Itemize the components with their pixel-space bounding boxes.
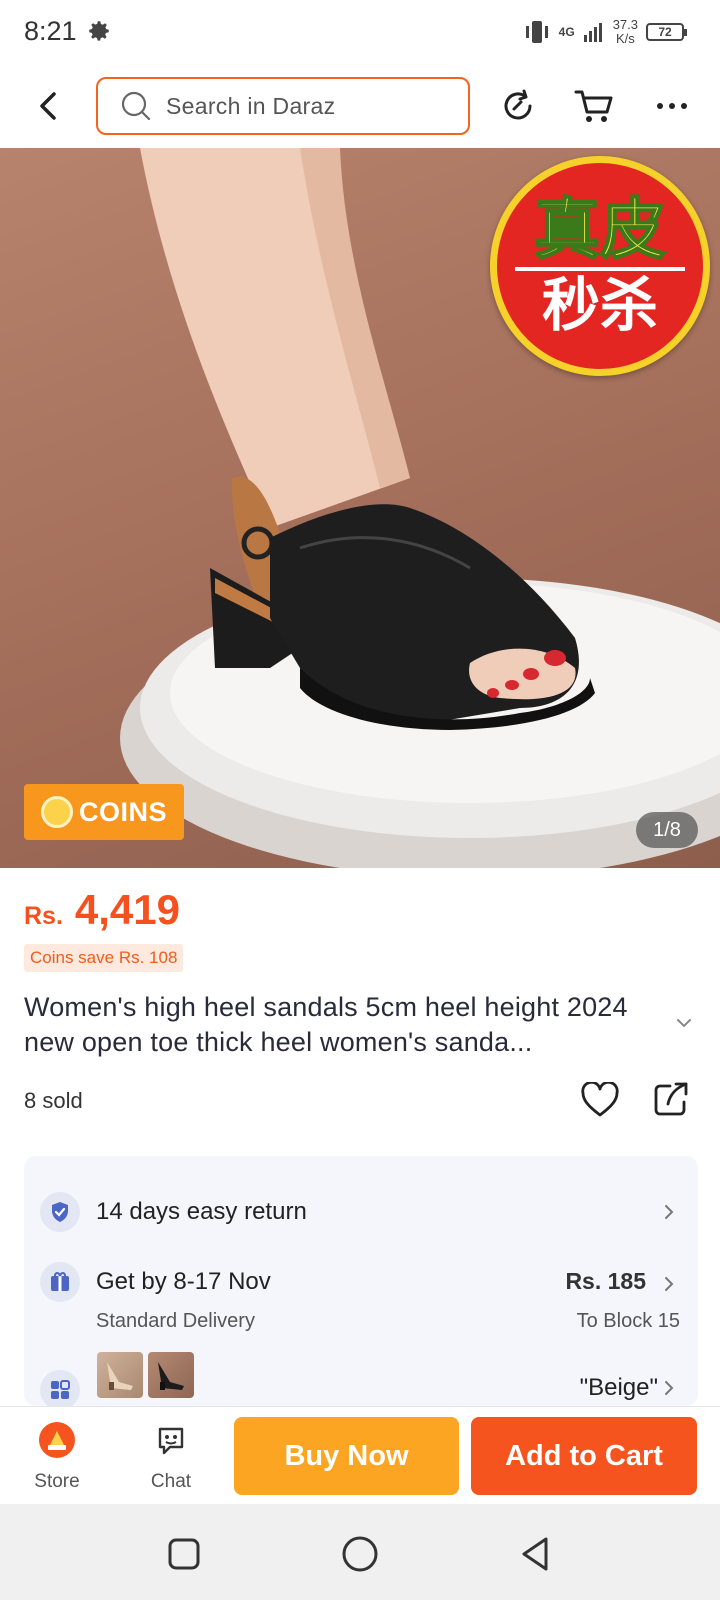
back-triangle-icon[interactable] <box>516 1534 556 1574</box>
product-title[interactable]: Women's high heel sandals 5cm heel heigh… <box>24 990 674 1060</box>
status-bar: 8:21 4G 37.3 K/s 72 <box>0 0 720 66</box>
status-time: 8:21 <box>24 16 77 46</box>
store-label: Store <box>34 1471 80 1492</box>
top-header: Search in Daraz <box>0 66 720 148</box>
returns-text[interactable]: 14 days easy return <box>96 1198 307 1226</box>
search-input[interactable]: Search in Daraz <box>96 77 470 135</box>
delivery-date[interactable]: Get by 8-17 Nov <box>96 1268 271 1296</box>
battery-icon: 72 <box>646 23 687 41</box>
add-to-cart-button[interactable]: Add to Cart <box>471 1417 697 1495</box>
variant-thumb-black[interactable] <box>148 1352 194 1398</box>
search-placeholder: Search in Daraz <box>166 92 336 119</box>
store-button[interactable]: Store <box>17 1421 97 1493</box>
store-logo-icon <box>39 1422 75 1458</box>
service-info-card: 14 days easy return Get by 8-17 Nov Stan… <box>24 1156 698 1410</box>
sold-count: 8 sold <box>24 1088 83 1113</box>
seal-text-bottom: 秒杀 <box>541 271 658 339</box>
battery-level: 72 <box>658 25 672 39</box>
price-currency: Rs. <box>24 902 63 930</box>
chevron-right-icon[interactable] <box>664 1276 674 1292</box>
delivery-location[interactable]: To Block 15 <box>577 1310 680 1333</box>
return-shield-icon <box>40 1192 80 1232</box>
chevron-down-icon[interactable] <box>676 1018 692 1028</box>
network-type: 4G <box>558 25 575 39</box>
chat-label: Chat <box>150 1471 192 1492</box>
variant-thumb-beige[interactable] <box>97 1352 143 1398</box>
signal-icon <box>583 23 602 42</box>
promo-seal: 真皮 秒杀 <box>490 156 710 376</box>
system-nav-bar <box>0 1504 720 1600</box>
wishlist-heart-icon[interactable] <box>580 1082 620 1118</box>
seal-text-top: 真皮 <box>533 191 667 268</box>
delivery-fee: Rs. 185 <box>565 1268 646 1294</box>
speed-unit: K/s <box>615 31 635 46</box>
back-icon[interactable] <box>34 88 64 124</box>
recents-square-icon[interactable] <box>164 1534 204 1574</box>
cart-icon[interactable] <box>572 84 616 128</box>
network-speed: 37.3 K/s <box>613 18 638 46</box>
delivery-box-icon <box>40 1262 80 1302</box>
chevron-right-icon[interactable] <box>664 1204 674 1220</box>
coins-badge: COINS <box>24 784 184 840</box>
delivery-type: Standard Delivery <box>96 1310 255 1332</box>
chevron-right-icon[interactable] <box>664 1380 674 1396</box>
price-value: 4,419 <box>74 886 181 933</box>
settings-gear-icon <box>89 21 109 41</box>
chat-icon <box>158 1427 184 1455</box>
coins-save-tag: Coins save Rs. 108 <box>24 944 184 972</box>
vibrate-icon <box>525 21 548 43</box>
speed-value: 37.3 <box>612 17 638 32</box>
share-icon[interactable] <box>652 1080 690 1118</box>
price: Rs. 4,419 <box>24 886 180 934</box>
home-circle-icon[interactable] <box>340 1534 380 1574</box>
refresh-icon[interactable] <box>496 84 540 128</box>
search-icon <box>121 91 151 121</box>
bottom-action-bar: Store Chat Buy Now Add to Cart <box>0 1406 720 1504</box>
selected-variant[interactable]: "Beige" <box>580 1374 658 1402</box>
variant-grid-icon <box>40 1370 80 1410</box>
chat-button[interactable]: Chat <box>131 1421 211 1493</box>
product-image-gallery[interactable]: 真皮 秒杀 COINS 1/8 <box>0 148 720 868</box>
more-icon[interactable] <box>650 84 694 128</box>
image-counter: 1/8 <box>636 812 698 848</box>
coin-icon <box>40 796 73 828</box>
buy-now-button[interactable]: Buy Now <box>234 1417 459 1495</box>
coins-badge-label: COINS <box>78 796 167 827</box>
